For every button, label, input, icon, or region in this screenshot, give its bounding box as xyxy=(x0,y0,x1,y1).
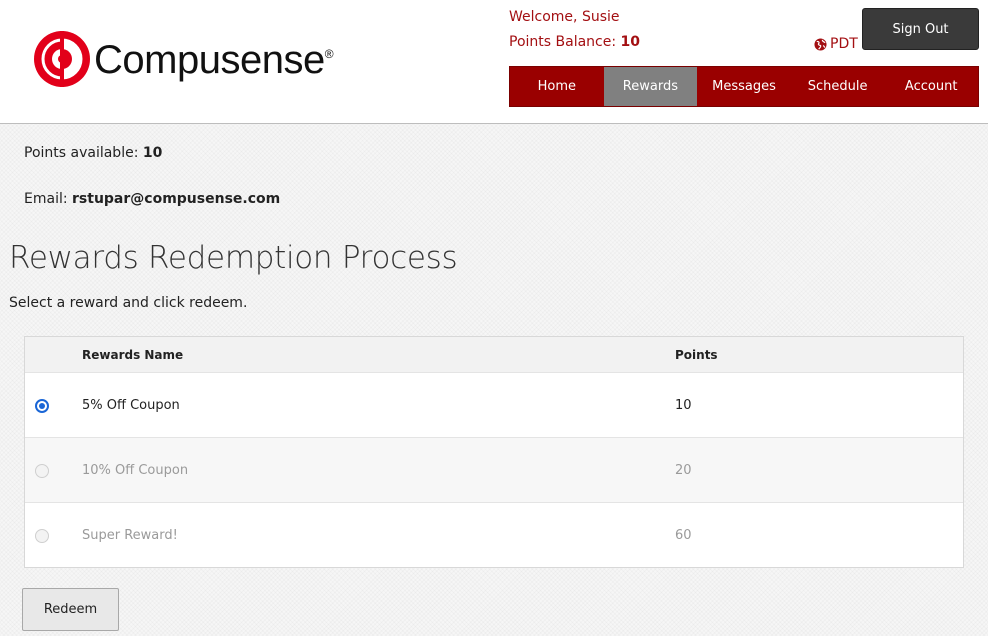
compusense-logo-icon xyxy=(34,31,90,87)
logo-wordmark: Compusense® xyxy=(94,38,334,82)
reward-name: 10% Off Coupon xyxy=(82,463,189,478)
email-label: Email: xyxy=(24,191,68,207)
table-row: 10% Off Coupon 20 xyxy=(25,438,963,503)
page-title: Rewards Redemption Process xyxy=(9,240,458,276)
table-row[interactable]: 5% Off Coupon 10 xyxy=(25,373,963,438)
nav-rewards[interactable]: Rewards xyxy=(603,67,698,106)
timezone-label: PDT xyxy=(830,36,858,52)
points-balance-label: Points Balance: xyxy=(509,34,617,50)
points-available: Points available: 10 xyxy=(24,144,162,162)
nav-home[interactable]: Home xyxy=(510,67,604,106)
table-header: Rewards Name Points xyxy=(25,337,963,373)
reward-radio-selected[interactable] xyxy=(35,399,49,413)
reward-points: 20 xyxy=(675,463,692,478)
compusense-logo[interactable]: Compusense® xyxy=(32,24,334,94)
redeem-button[interactable]: Redeem xyxy=(22,588,119,631)
reward-points: 60 xyxy=(675,528,692,543)
reward-name: 5% Off Coupon xyxy=(82,398,180,413)
globe-icon xyxy=(814,37,827,51)
nav-messages[interactable]: Messages xyxy=(697,67,791,106)
instructions: Select a reward and click redeem. xyxy=(9,295,248,311)
column-header-rewards-name: Rewards Name xyxy=(82,348,184,362)
reward-name: Super Reward! xyxy=(82,528,178,543)
reward-points: 10 xyxy=(675,398,692,413)
points-balance-value: 10 xyxy=(620,34,640,50)
table-row: Super Reward! 60 xyxy=(25,503,963,568)
points-available-value: 10 xyxy=(142,145,163,161)
rewards-table: Rewards Name Points 5% Off Coupon 10 10%… xyxy=(24,336,964,568)
points-balance: Points Balance: 10 xyxy=(509,33,640,51)
email-value: rstupar@compusense.com xyxy=(72,191,281,207)
reward-radio-disabled xyxy=(35,529,49,543)
account-email: Email: rstupar@compusense.com xyxy=(24,190,280,208)
points-available-label: Points available: xyxy=(24,145,139,161)
nav-schedule[interactable]: Schedule xyxy=(791,67,885,106)
header: Compusense® Welcome, Susie Points Balanc… xyxy=(0,0,988,124)
column-header-points: Points xyxy=(675,348,718,362)
reward-radio-disabled xyxy=(35,464,49,478)
welcome-message: Welcome, Susie xyxy=(509,9,620,25)
nav-account[interactable]: Account xyxy=(884,67,978,106)
main-nav: Home Rewards Messages Schedule Account xyxy=(509,66,979,107)
sign-out-button[interactable]: Sign Out xyxy=(862,8,979,50)
timezone-indicator[interactable]: PDT xyxy=(814,35,858,53)
